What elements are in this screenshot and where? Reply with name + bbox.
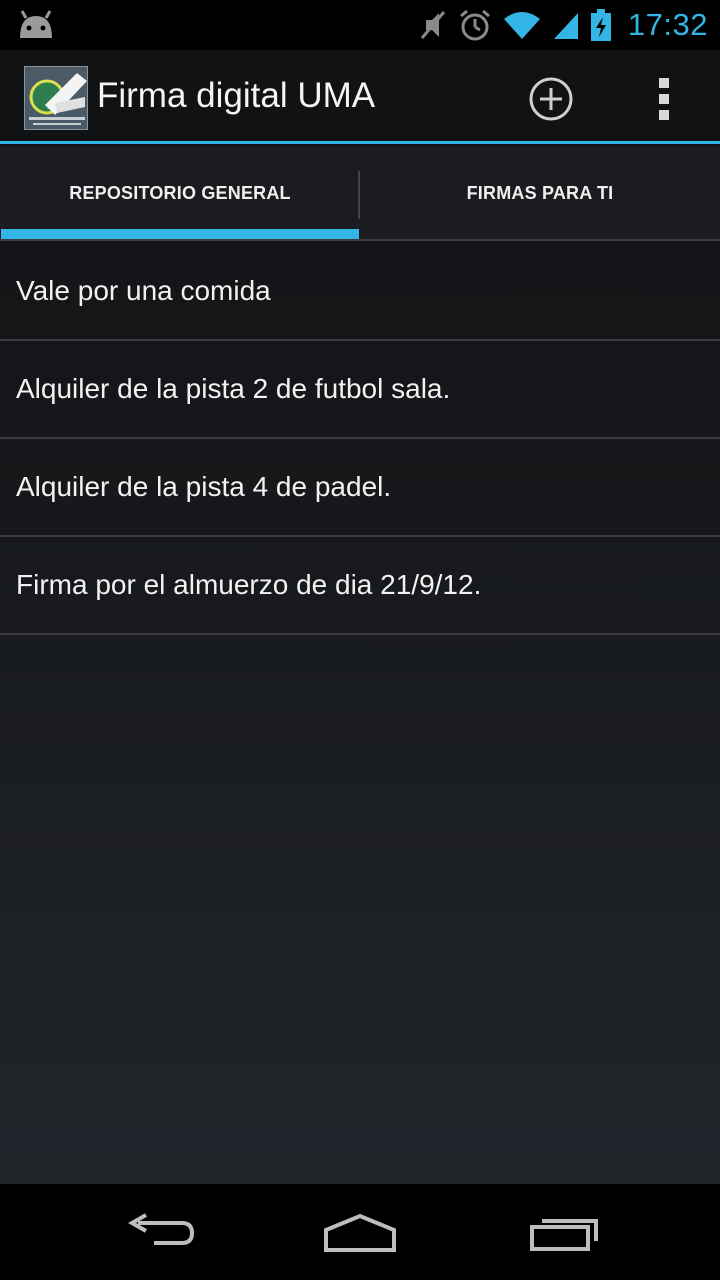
list-item[interactable]: Firma por el almuerzo de dia 21/9/12.	[0, 537, 720, 635]
add-icon	[529, 77, 573, 121]
home-button[interactable]	[320, 1208, 400, 1258]
tab-bar: REPOSITORIO GENERAL FIRMAS PARA TI	[0, 147, 720, 241]
battery-charging-icon	[590, 8, 612, 42]
overflow-menu-icon	[659, 78, 669, 88]
android-icon	[16, 8, 56, 42]
recents-icon	[530, 1219, 598, 1251]
tab-selected-indicator	[1, 229, 359, 239]
status-clock: 17:32	[627, 7, 708, 42]
app-title: Firma digital UMA	[97, 76, 376, 115]
wifi-icon	[502, 9, 542, 41]
list-item[interactable]: Vale por una comida	[0, 243, 720, 341]
tab-repositorio-general[interactable]: REPOSITORIO GENERAL	[0, 147, 360, 239]
back-button[interactable]	[120, 1208, 200, 1258]
mute-icon	[418, 8, 448, 42]
tab-label: REPOSITORIO GENERAL	[69, 182, 291, 203]
uma-logo-icon[interactable]	[24, 66, 88, 130]
signature-list: Vale por una comida Alquiler de la pista…	[0, 243, 720, 635]
back-icon	[127, 1213, 195, 1245]
tab-firmas-para-ti[interactable]: FIRMAS PARA TI	[360, 147, 720, 239]
home-icon	[324, 1213, 396, 1252]
action-bar: Firma digital UMA	[0, 50, 720, 144]
list-item[interactable]: Alquiler de la pista 4 de padel.	[0, 439, 720, 537]
alarm-icon	[458, 8, 492, 42]
list-item[interactable]: Alquiler de la pista 2 de futbol sala.	[0, 341, 720, 439]
add-button[interactable]	[526, 74, 576, 124]
status-bar: 17:32	[0, 0, 720, 50]
tab-label: FIRMAS PARA TI	[466, 182, 614, 203]
recents-button[interactable]	[522, 1208, 602, 1258]
signal-icon	[552, 9, 580, 41]
overflow-menu-button[interactable]	[640, 72, 688, 126]
navigation-bar	[0, 1184, 720, 1280]
